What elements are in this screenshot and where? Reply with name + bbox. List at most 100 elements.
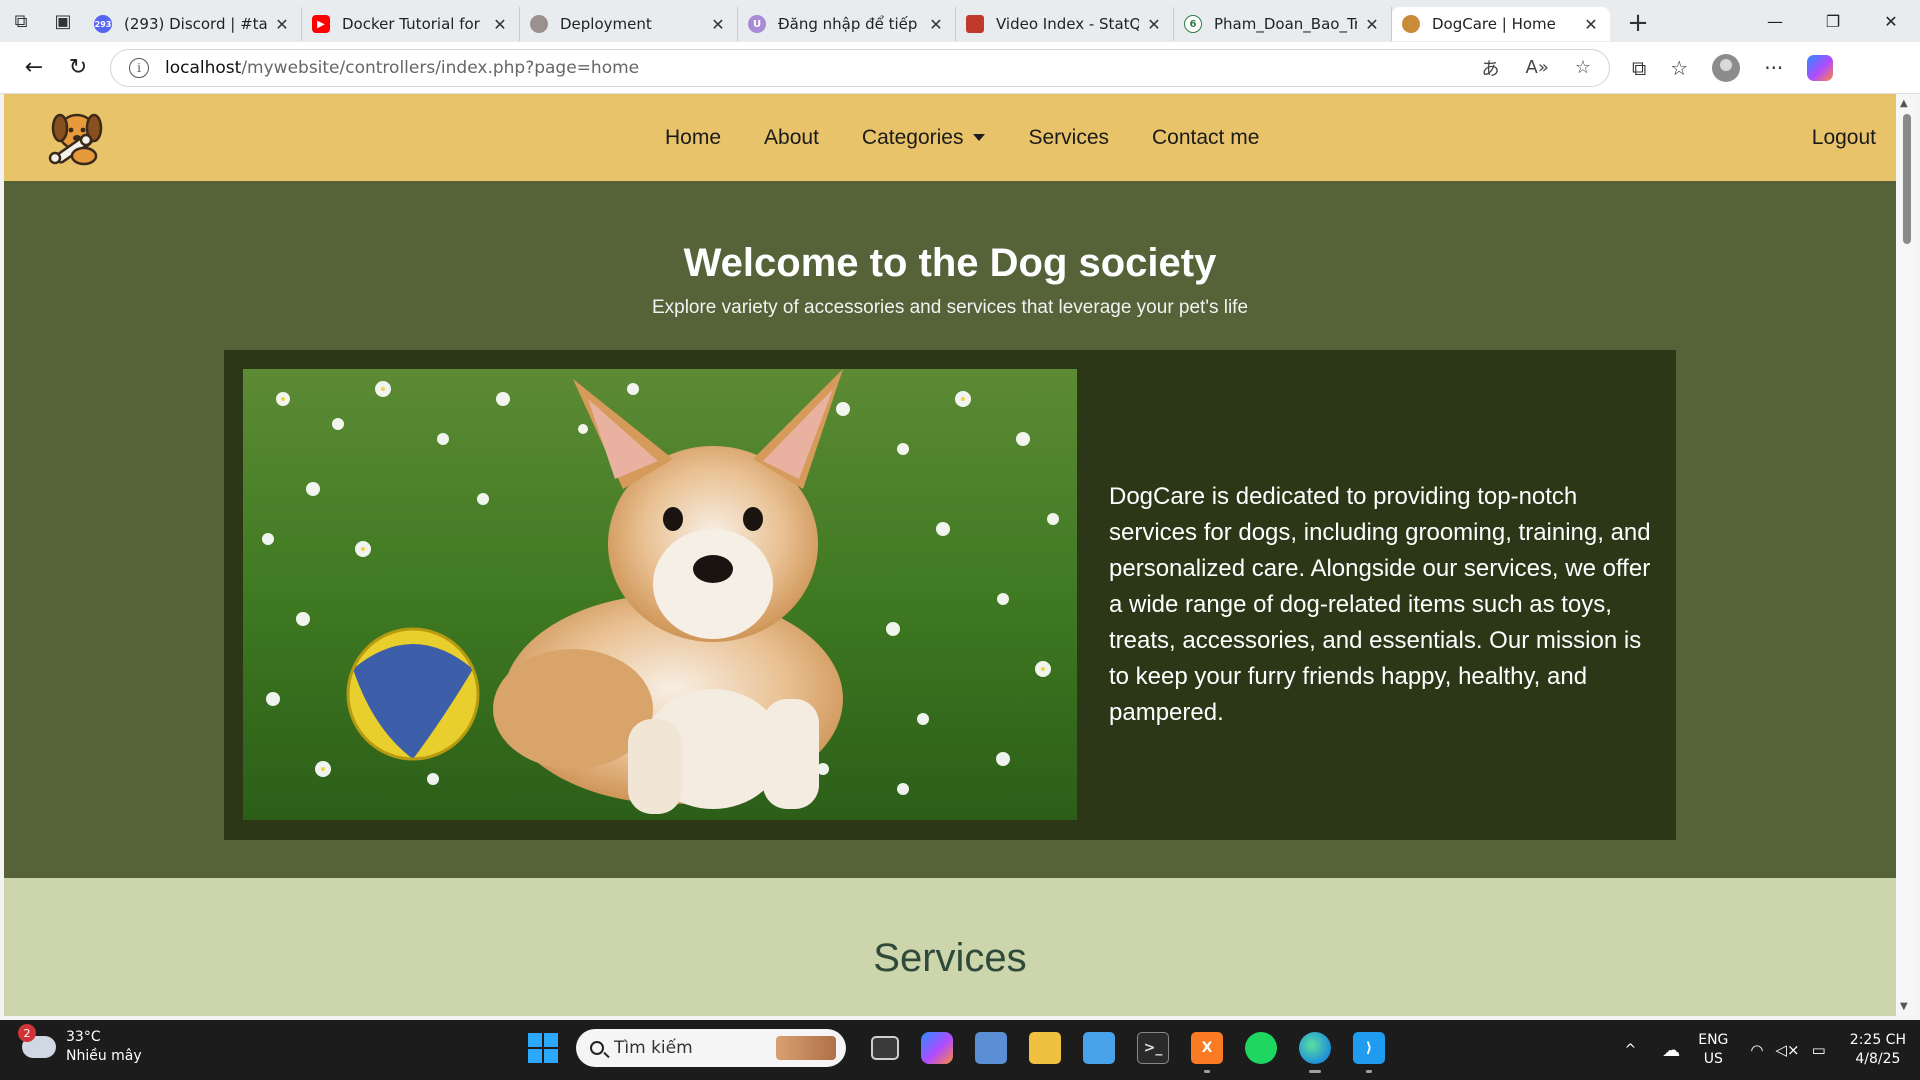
workspaces-icon[interactable]: ⧉ <box>0 0 42 42</box>
tab-dogcare-home[interactable]: DogCare | Home ✕ <box>1392 7 1610 41</box>
photos-icon[interactable] <box>975 1032 1007 1064</box>
nav-contact-link[interactable]: Contact me <box>1152 126 1259 150</box>
more-options-icon[interactable]: ··· <box>1764 56 1783 80</box>
close-icon[interactable]: ✕ <box>1582 15 1600 34</box>
scrollbar-thumb[interactable] <box>1903 114 1911 244</box>
close-icon[interactable]: ✕ <box>273 15 291 34</box>
close-icon[interactable]: ✕ <box>1145 15 1163 34</box>
taskbar-clock[interactable]: 2:25 CH 4/8/25 <box>1850 1031 1906 1069</box>
file-explorer-icon[interactable] <box>1029 1032 1061 1064</box>
close-window-icon[interactable]: ✕ <box>1862 0 1920 42</box>
toolbar-right: ⧉ ☆ ··· <box>1632 53 1834 82</box>
tab-discord[interactable]: 293 (293) Discord | #task- ✕ <box>84 7 302 41</box>
search-icon <box>590 1041 604 1055</box>
tab-badge: 293 <box>94 19 112 29</box>
spotify-icon[interactable] <box>1245 1032 1277 1064</box>
copilot-app-icon[interactable] <box>921 1032 953 1064</box>
login-icon: U <box>748 15 766 33</box>
dogcare-logo-icon[interactable] <box>44 108 106 166</box>
vscode-icon[interactable]: ⟩ <box>1353 1032 1385 1073</box>
info-icon[interactable]: i <box>129 57 149 78</box>
hero-description: DogCare is dedicated to providing top-no… <box>1109 483 1651 726</box>
tab-docker-tutorial[interactable]: ▶ Docker Tutorial for Be ✕ <box>302 7 520 41</box>
tab-deployment[interactable]: Deployment ✕ <box>520 7 738 41</box>
notepad-icon[interactable] <box>1083 1032 1115 1064</box>
weather-temp: 33°C <box>66 1029 101 1045</box>
nav-services-link[interactable]: Services <box>1028 126 1109 150</box>
tab-actions-icon[interactable]: ▣ <box>42 0 84 42</box>
battery-icon: ▭ <box>1811 1041 1826 1059</box>
clock-date: 4/8/25 <box>1855 1051 1901 1067</box>
scroll-up-icon[interactable]: ▲ <box>1900 98 1908 109</box>
tab-title: Pham_Doan_Bao_Trun <box>1214 15 1357 33</box>
corgi-puppy-photo <box>243 369 1077 820</box>
main-menu: Home About Categories Services Contact m… <box>665 94 1302 181</box>
close-icon[interactable]: ✕ <box>927 15 945 34</box>
windows-start-icon[interactable] <box>528 1033 558 1063</box>
language-indicator[interactable]: ENG US <box>1698 1031 1728 1069</box>
hero-title: Welcome to the Dog society <box>683 241 1217 285</box>
notification-badge: 2 <box>18 1024 36 1042</box>
translate-icon[interactable]: あ <box>1482 55 1500 81</box>
system-tray: ^ ☁ ENG US ◠ ◁× ▭ 2:25 CH 4/8/25 <box>1625 1020 1920 1080</box>
tab-statquest[interactable]: Video Index - StatQue ✕ <box>956 7 1174 41</box>
nav-about-label: About <box>764 125 819 149</box>
nav-categories-label: Categories <box>861 125 964 149</box>
clock-time: 2:25 CH <box>1849 1032 1906 1048</box>
windows-taskbar: 2 33°C Nhiều mây Tìm kiếm >_ X ⟩ ^ ☁ ENG… <box>0 1020 1920 1080</box>
tab-login[interactable]: U Đăng nhập để tiếp tụ ✕ <box>738 7 956 41</box>
services-section: Services <box>4 878 1896 1016</box>
tab-title: Docker Tutorial for Be <box>342 15 485 33</box>
close-icon[interactable]: ✕ <box>1363 15 1381 34</box>
read-aloud-icon[interactable]: A» <box>1526 57 1549 78</box>
nav-home-link[interactable]: Home <box>665 126 721 150</box>
discord-icon: 293 <box>94 15 112 33</box>
logout-link[interactable]: Logout <box>1812 94 1876 181</box>
github-icon: 6 <box>1184 15 1202 33</box>
scroll-down-icon[interactable]: ▼ <box>1900 1001 1908 1012</box>
system-status-icons[interactable]: ◠ ◁× ▭ <box>1750 1041 1825 1059</box>
show-hidden-icons-icon[interactable]: ^ <box>1625 1042 1637 1058</box>
search-placeholder: Tìm kiếm <box>614 1038 693 1058</box>
xampp-icon[interactable]: X <box>1191 1032 1223 1073</box>
favorite-star-icon[interactable]: ☆ <box>1575 57 1591 78</box>
close-icon[interactable]: ✕ <box>709 15 727 34</box>
page-scrollbar[interactable]: ▲ ▼ <box>1896 94 1916 1016</box>
refresh-icon[interactable]: ↻ <box>56 48 100 88</box>
language-top: ENG <box>1698 1032 1729 1048</box>
wifi-icon: ◠ <box>1750 1041 1764 1059</box>
youtube-icon: ▶ <box>312 15 330 33</box>
tab-title: (293) Discord | #task- <box>124 15 267 33</box>
minimize-icon[interactable]: — <box>1746 0 1804 42</box>
restore-icon[interactable]: ❐ <box>1804 0 1862 42</box>
avatar-icon <box>530 15 548 33</box>
favorites-icon[interactable]: ☆ <box>1670 56 1688 80</box>
task-view-icon[interactable] <box>871 1036 899 1060</box>
address-actions: あ A» ☆ <box>1482 55 1609 81</box>
terminal-icon[interactable]: >_ <box>1137 1032 1169 1064</box>
profile-avatar[interactable] <box>1712 53 1741 82</box>
edge-browser-icon[interactable] <box>1299 1032 1331 1073</box>
onedrive-cloud-icon[interactable]: ☁ <box>1662 1040 1680 1061</box>
url-host: localhost <box>165 57 242 78</box>
cloudy-weather-icon: 2 <box>18 1024 56 1058</box>
close-icon[interactable]: ✕ <box>491 15 509 34</box>
weather-widget[interactable]: 2 33°C Nhiều mây <box>18 1024 142 1066</box>
url-path: /mywebsite/controllers/index.php?page=ho… <box>241 57 640 78</box>
nav-services-label: Services <box>1028 125 1110 149</box>
statquest-icon <box>966 15 984 33</box>
new-tab-button[interactable]: + <box>1618 6 1658 40</box>
taskbar-search[interactable]: Tìm kiếm <box>576 1029 846 1067</box>
tab-title: DogCare | Home <box>1432 15 1556 33</box>
back-icon[interactable]: ← <box>12 48 56 88</box>
hero-card: DogCare is dedicated to providing top-no… <box>224 350 1676 840</box>
nav-about-link[interactable]: About <box>764 126 819 150</box>
address-bar[interactable]: i localhost/mywebsite/controllers/index.… <box>110 48 1610 87</box>
caret-down-icon <box>973 134 986 141</box>
nav-categories-dropdown[interactable]: Categories <box>862 126 986 150</box>
services-title: Services <box>873 936 1027 980</box>
tab-github[interactable]: 6 Pham_Doan_Bao_Trun ✕ <box>1174 7 1392 41</box>
copilot-icon[interactable] <box>1807 54 1834 81</box>
browser-tab-strip: ⧉ ▣ 293 (293) Discord | #task- ✕ ▶ Docke… <box>0 0 1920 42</box>
extensions-icon[interactable]: ⧉ <box>1632 56 1646 80</box>
